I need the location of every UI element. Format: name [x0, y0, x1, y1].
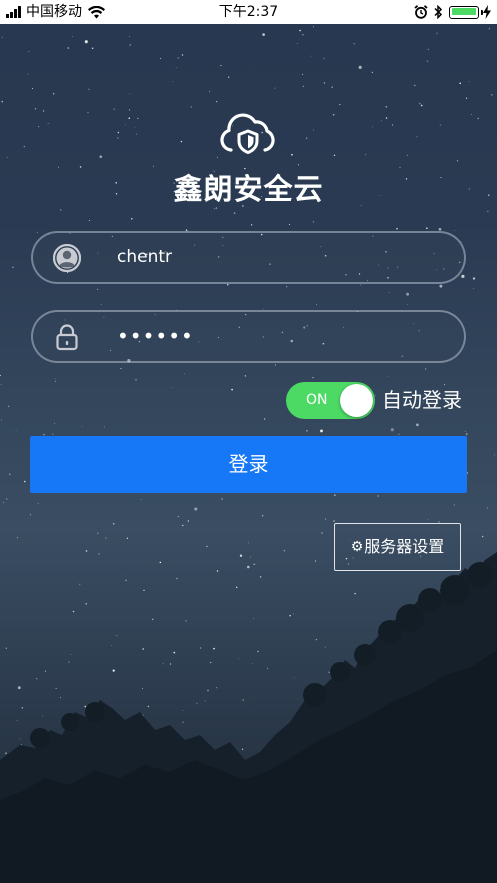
password-input[interactable]: •••••• — [117, 312, 194, 361]
battery-tip — [480, 9, 483, 15]
server-settings-button[interactable]: ⚙ 服务器设置 — [334, 523, 461, 571]
login-button[interactable]: 登录 — [30, 436, 467, 493]
username-input[interactable]: chentr — [117, 233, 172, 282]
gear-icon: ⚙ — [350, 539, 364, 555]
status-bar-right — [414, 3, 491, 21]
charging-icon — [483, 5, 491, 19]
toggle-knob — [340, 384, 373, 417]
username-field[interactable]: chentr — [31, 231, 466, 284]
battery-icon — [449, 5, 483, 19]
status-bar: 中国移动 下午2:37 — [0, 0, 497, 24]
password-field[interactable]: •••••• — [31, 310, 466, 363]
login-screen: 中国移动 下午2:37 鑫朗安全云 chentr •••••• ON 自动登录 … — [0, 0, 497, 883]
alarm-icon — [414, 5, 428, 19]
auto-login-label: 自动登录 — [382, 388, 462, 412]
toggle-on-label: ON — [306, 392, 328, 408]
lock-icon — [56, 324, 78, 351]
cloud-shield-icon — [220, 113, 275, 154]
server-settings-label: 服务器设置 — [364, 537, 445, 556]
user-icon — [53, 244, 81, 272]
auto-login-toggle[interactable]: ON — [286, 382, 375, 419]
battery-level-fill — [451, 8, 476, 15]
bluetooth-icon — [434, 5, 443, 19]
app-title: 鑫朗安全云 — [173, 172, 324, 206]
